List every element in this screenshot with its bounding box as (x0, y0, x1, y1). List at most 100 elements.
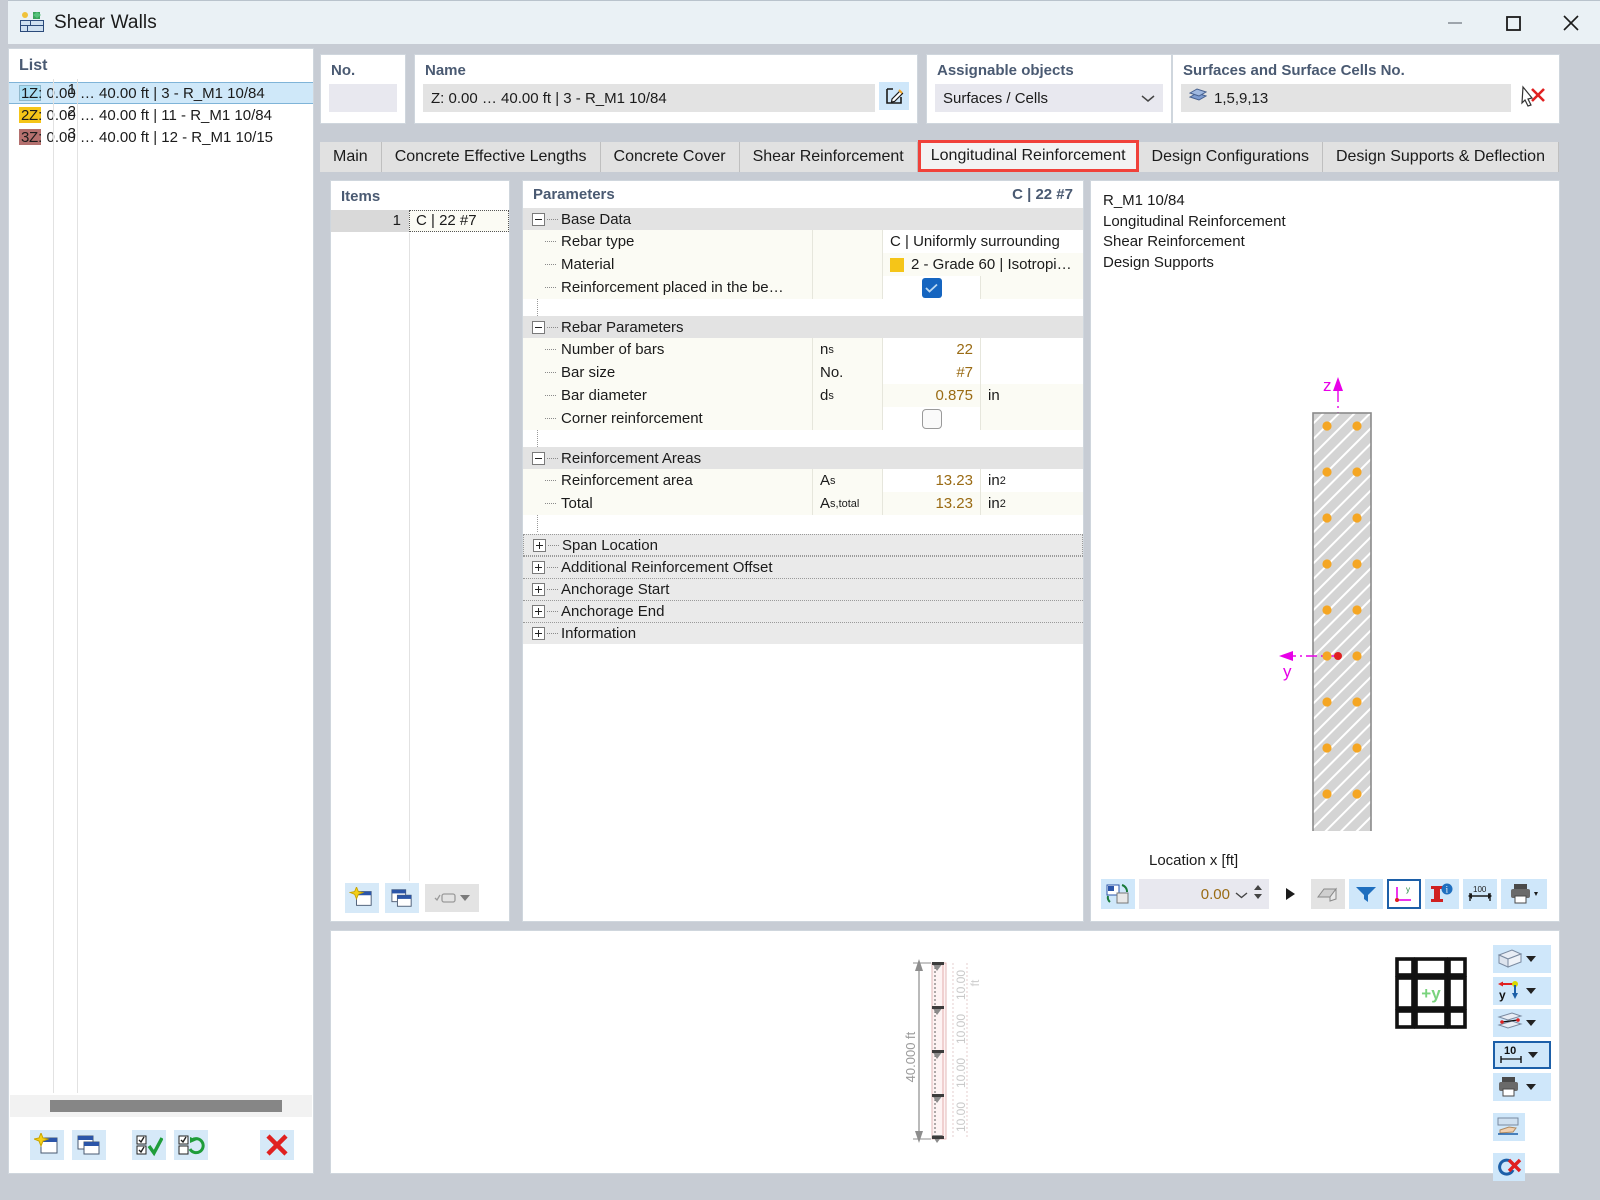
expand-icon[interactable] (532, 583, 545, 596)
scale-label: 10 (1504, 1045, 1516, 1057)
param-row-corner-reinforcement[interactable]: Corner reinforcement (523, 407, 1083, 430)
print-button[interactable] (1501, 879, 1547, 909)
chevron-down-icon[interactable] (1235, 886, 1248, 903)
horizontal-scrollbar[interactable] (10, 1095, 312, 1117)
scale-button[interactable]: 10 (1493, 1041, 1551, 1069)
assignable-objects-select[interactable]: Surfaces / Cells (935, 84, 1163, 112)
tab-longitudinal-reinforcement[interactable]: Longitudinal Reinforcement (917, 140, 1139, 172)
collapse-icon[interactable] (532, 212, 545, 226)
collapse-icon[interactable] (532, 320, 545, 334)
tab-design-supports-deflection[interactable]: Design Supports & Deflection (1322, 142, 1559, 172)
param-label: Bar size (561, 364, 616, 381)
tab-shear-reinforcement[interactable]: Shear Reinforcement (739, 142, 918, 172)
new-item-button[interactable] (30, 1130, 64, 1160)
spinner-arrows-icon[interactable] (1253, 883, 1263, 905)
param-unit (981, 407, 1083, 430)
expand-icon[interactable] (532, 561, 545, 574)
param-row-material[interactable]: Material 2 - Grade 60 | Isotropi… (523, 253, 1083, 276)
chevron-down-icon[interactable] (1526, 1020, 1536, 1026)
param-row-rebar-type[interactable]: Rebar type C | Uniformly surrounding (523, 230, 1083, 253)
param-unit: in 2 (981, 469, 1083, 492)
checkbox-unchecked-icon[interactable] (921, 408, 942, 429)
group-header-anchorage-start[interactable]: Anchorage Start (523, 578, 1083, 600)
param-checkbox-cell[interactable] (883, 407, 981, 430)
axes-display-button[interactable]: y (1387, 879, 1421, 909)
filter-button[interactable] (1349, 879, 1383, 909)
item-dropdown-button[interactable] (425, 884, 479, 912)
param-value-material[interactable]: 2 - Grade 60 | Isotropi… (883, 253, 1083, 276)
group-header-reinforcement-areas[interactable]: Reinforcement Areas (523, 447, 1083, 469)
copy-item-button[interactable] (385, 883, 419, 913)
tab-concrete-cover[interactable]: Concrete Cover (600, 142, 740, 172)
window-controls (1426, 1, 1600, 45)
table-row[interactable]: 1 C | 22 #7 (331, 210, 509, 232)
param-row-bar-size[interactable]: Bar size No. #7 (523, 361, 1083, 384)
surfaces-input[interactable]: 1,5,9,13 (1181, 84, 1511, 112)
param-row-reinforcement-area: Reinforcement area As 13.23 in 2 (523, 469, 1083, 492)
tab-main[interactable]: Main (320, 142, 382, 172)
pick-in-graphic-icon[interactable] (1515, 81, 1551, 110)
param-row-number-of-bars[interactable]: Number of bars ns 22 (523, 338, 1083, 361)
dimensions-button[interactable]: 100 (1463, 879, 1497, 909)
param-value-bar-size[interactable]: #7 (883, 361, 981, 384)
divider (77, 79, 78, 1093)
axis-label-y: y (1283, 662, 1292, 681)
copy-item-button[interactable] (72, 1130, 106, 1160)
new-item-button[interactable] (345, 883, 379, 913)
tab-design-configurations[interactable]: Design Configurations (1138, 142, 1323, 172)
collapse-icon[interactable] (532, 451, 545, 465)
minimize-button[interactable] (1426, 1, 1484, 45)
delete-button[interactable] (260, 1130, 294, 1160)
section-render-button[interactable] (1311, 879, 1345, 909)
name-input[interactable]: Z: 0.00 … 40.00 ft | 3 - R_M1 10/84 (423, 84, 875, 112)
section-view-button[interactable] (1493, 1009, 1551, 1037)
chevron-down-icon[interactable] (1526, 988, 1536, 994)
item-value[interactable]: C | 22 #7 (409, 210, 509, 232)
svg-text:ft: ft (968, 979, 982, 986)
expand-icon[interactable] (532, 627, 545, 640)
param-row-reinforcement-placed[interactable]: Reinforcement placed in the be… (523, 276, 1083, 299)
param-row-bar-diameter[interactable]: Bar diameter ds 0.875 in (523, 384, 1083, 407)
info-button[interactable]: i (1425, 879, 1459, 909)
group-header-information[interactable]: Information (523, 622, 1083, 644)
param-value-number-of-bars[interactable]: 22 (883, 338, 981, 361)
view-mode-button[interactable] (1493, 945, 1551, 973)
select-all-button[interactable] (132, 1130, 166, 1160)
items-toolbar (331, 881, 509, 915)
no-input[interactable] (329, 84, 397, 112)
clear-selection-button[interactable] (1493, 1153, 1525, 1181)
expand-icon[interactable] (532, 605, 545, 618)
maximize-button[interactable] (1484, 1, 1542, 45)
param-checkbox-cell[interactable] (883, 276, 981, 299)
edit-pencil-icon[interactable] (879, 81, 909, 110)
nav-cube-label: +y (1421, 984, 1441, 1003)
tree-line (545, 264, 556, 265)
group-header-additional-reinforcement-offset[interactable]: Additional Reinforcement Offset (523, 556, 1083, 578)
svg-text:y: y (1406, 885, 1410, 894)
print-view-button[interactable] (1493, 1073, 1551, 1101)
chevron-down-icon[interactable] (1528, 1052, 1538, 1058)
invert-selection-button[interactable] (174, 1130, 208, 1160)
model-viewport[interactable]: 40.000 ft 10.00 10.00 10.00 10.00 ft +y … (330, 930, 1560, 1181)
refresh-view-button[interactable] (1101, 879, 1135, 909)
group-header-base-data[interactable]: Base Data (523, 208, 1083, 230)
group-header-rebar-parameters[interactable]: Rebar Parameters (523, 316, 1083, 338)
close-button[interactable] (1542, 1, 1600, 45)
param-value-rebar-type[interactable]: C | Uniformly surrounding (883, 230, 1083, 253)
param-unit: in 2 (981, 492, 1083, 515)
navigation-cube[interactable]: +y (1395, 957, 1467, 1029)
pointer-tool-button[interactable] (1493, 1113, 1525, 1141)
cross-section-drawing[interactable]: z y (1091, 271, 1559, 880)
group-header-span-location[interactable]: Span Location (523, 534, 1083, 556)
group-header-anchorage-end[interactable]: Anchorage End (523, 600, 1083, 622)
next-location-button[interactable] (1273, 879, 1307, 909)
expand-icon[interactable] (533, 538, 546, 552)
axis-view-button[interactable]: y (1493, 977, 1551, 1005)
scrollbar-thumb[interactable] (50, 1100, 282, 1112)
chevron-down-icon[interactable] (1526, 1084, 1536, 1090)
location-x-spinner[interactable]: 0.00 (1139, 879, 1269, 909)
tree-line (545, 418, 556, 419)
chevron-down-icon[interactable] (1526, 956, 1536, 962)
checkbox-checked-icon[interactable] (921, 277, 942, 298)
tab-concrete-effective-lengths[interactable]: Concrete Effective Lengths (381, 142, 601, 172)
